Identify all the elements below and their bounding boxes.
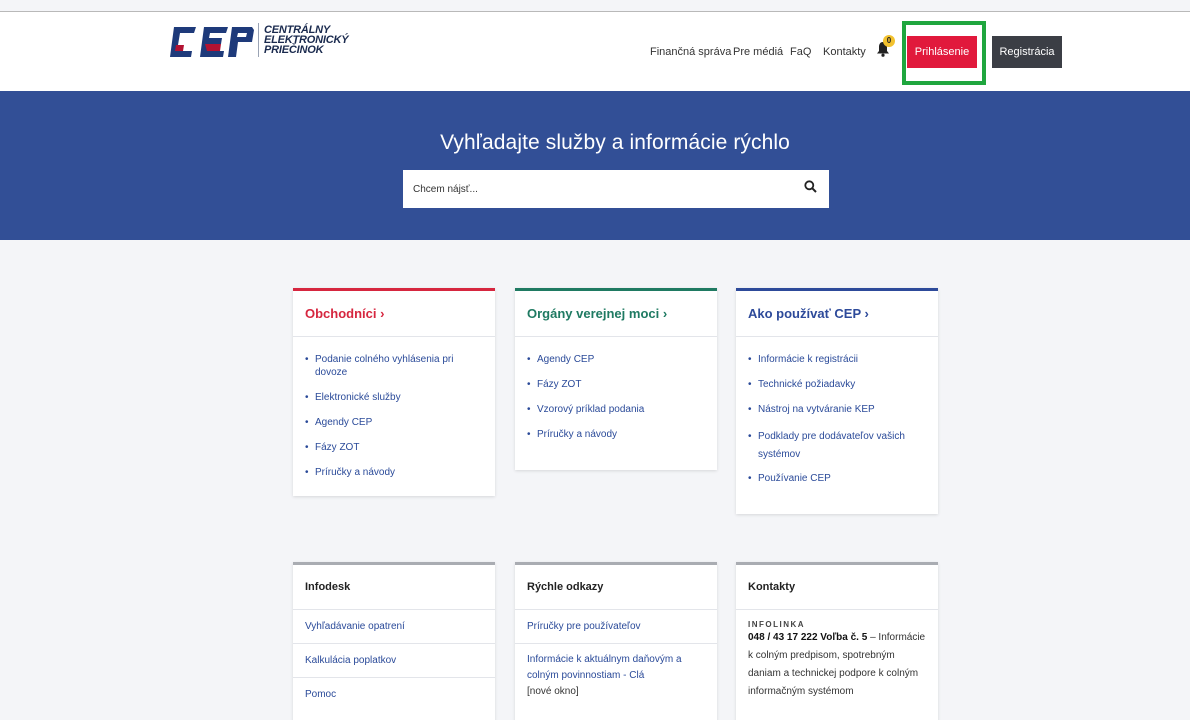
infodesk-row: Vyhľadávanie opatrení <box>293 610 495 644</box>
card-kontakty: Kontakty INFOLINKA 048 / 43 17 222 Voľba… <box>736 562 938 720</box>
card-infodesk: Infodesk Vyhľadávanie opatrení Kalkuláci… <box>293 562 495 720</box>
link-agendy-cep[interactable]: Agendy CEP <box>527 353 705 366</box>
card-ako-pouzivat-cep: Ako používať CEP › Informácie k registrá… <box>736 288 938 514</box>
card-infodesk-title: Infodesk <box>293 565 495 610</box>
link-prirucky-a-navody[interactable]: Príručky a návody <box>305 466 483 479</box>
search-input[interactable] <box>403 170 793 208</box>
nav-financna-sprava[interactable]: Finančná správa <box>650 46 731 58</box>
card-obchodnici-title[interactable]: Obchodníci › <box>293 291 495 337</box>
link-vzorovy-priklad-podania[interactable]: Vzorový príklad podania <box>527 403 705 416</box>
card-kontakty-title: Kontakty <box>736 565 938 610</box>
logo-separator <box>258 23 259 57</box>
card-obchodnici: Obchodníci › Podanie colného vyhlásenia … <box>293 288 495 496</box>
link-prirucky-pre-pouzivatelov[interactable]: Príručky pre používateľov <box>515 619 653 635</box>
register-button[interactable]: Registrácia <box>992 36 1062 68</box>
link-fazy-zot[interactable]: Fázy ZOT <box>527 378 705 391</box>
nav-pre-media[interactable]: Pre médiá <box>733 46 783 58</box>
infolinka-phone[interactable]: 048 / 43 17 222 Voľba č. 5 <box>748 632 867 643</box>
link-fazy-zot[interactable]: Fázy ZOT <box>305 441 483 454</box>
link-pomoc[interactable]: Pomoc <box>293 687 348 703</box>
hero-title: Vyhľadajte služby a informácie rýchlo <box>440 131 790 154</box>
nav-kontakty[interactable]: Kontakty <box>823 46 866 58</box>
link-kalkulacia-poplatkov[interactable]: Kalkulácia poplatkov <box>293 653 408 669</box>
notification-badge: 0 <box>883 35 895 47</box>
new-window-note: [nové okno] <box>527 686 579 697</box>
quick-row: Informácie k aktuálnym daňovým a colným … <box>515 644 717 700</box>
link-informacie-dane-cla[interactable]: Informácie k aktuálnym daňovým a colným … <box>515 652 717 684</box>
link-nastroj-kep[interactable]: Nástroj na vytváranie KEP <box>748 403 926 416</box>
infodesk-row: Kalkulácia poplatkov <box>293 644 495 678</box>
search-icon[interactable] <box>804 180 817 193</box>
infodesk-row: Pomoc <box>293 678 495 712</box>
logo-line-3: PRIEČINOK <box>264 44 324 56</box>
link-elektronicke-sluzby[interactable]: Elektronické služby <box>305 391 483 404</box>
search-box <box>403 170 829 208</box>
cep-logo[interactable]: CENTRÁLNY ELEKTRONICKÝ PRIEČINOK <box>170 23 349 59</box>
link-podklady-pre-dodavatelov[interactable]: Podklady pre dodávateľov vašich systémov <box>748 428 926 464</box>
logo-text: CENTRÁLNY ELEKTRONICKÝ PRIEČINOK <box>264 23 349 56</box>
link-pouzivanie-cep[interactable]: Používanie CEP <box>748 472 926 485</box>
hero-banner: Vyhľadajte služby a informácie rýchlo <box>0 91 1190 240</box>
infolinka-label: INFOLINKA <box>748 620 806 629</box>
quick-row: Príručky pre používateľov <box>515 610 717 644</box>
card-rychle-odkazy: Rýchle odkazy Príručky pre používateľov … <box>515 562 717 720</box>
nav-faq[interactable]: FaQ <box>790 46 811 58</box>
cep-logo-mark-icon <box>170 27 254 57</box>
link-informacie-k-registracii[interactable]: Informácie k registrácii <box>748 353 926 366</box>
card-organy-verejnej-moci: Orgány verejnej moci › Agendy CEP Fázy Z… <box>515 288 717 470</box>
infolinka-text: 048 / 43 17 222 Voľba č. 5 – Informácie … <box>736 629 938 701</box>
card-ovm-title[interactable]: Orgány verejnej moci › <box>515 291 717 337</box>
login-button[interactable]: Prihlásenie <box>907 36 977 68</box>
link-prirucky-a-navody[interactable]: Príručky a návody <box>527 428 705 441</box>
link-agendy-cep[interactable]: Agendy CEP <box>305 416 483 429</box>
link-technicke-poziadavky[interactable]: Technické požiadavky <box>748 378 926 391</box>
card-ako-title[interactable]: Ako používať CEP › <box>736 291 938 337</box>
link-podanie-colneho-vyhlasenia[interactable]: Podanie colného vyhlásenia pri dovoze <box>305 353 483 379</box>
card-rychle-odkazy-title: Rýchle odkazy <box>515 565 717 610</box>
link-vyhladavanie-opatreni[interactable]: Vyhľadávanie opatrení <box>293 619 417 635</box>
